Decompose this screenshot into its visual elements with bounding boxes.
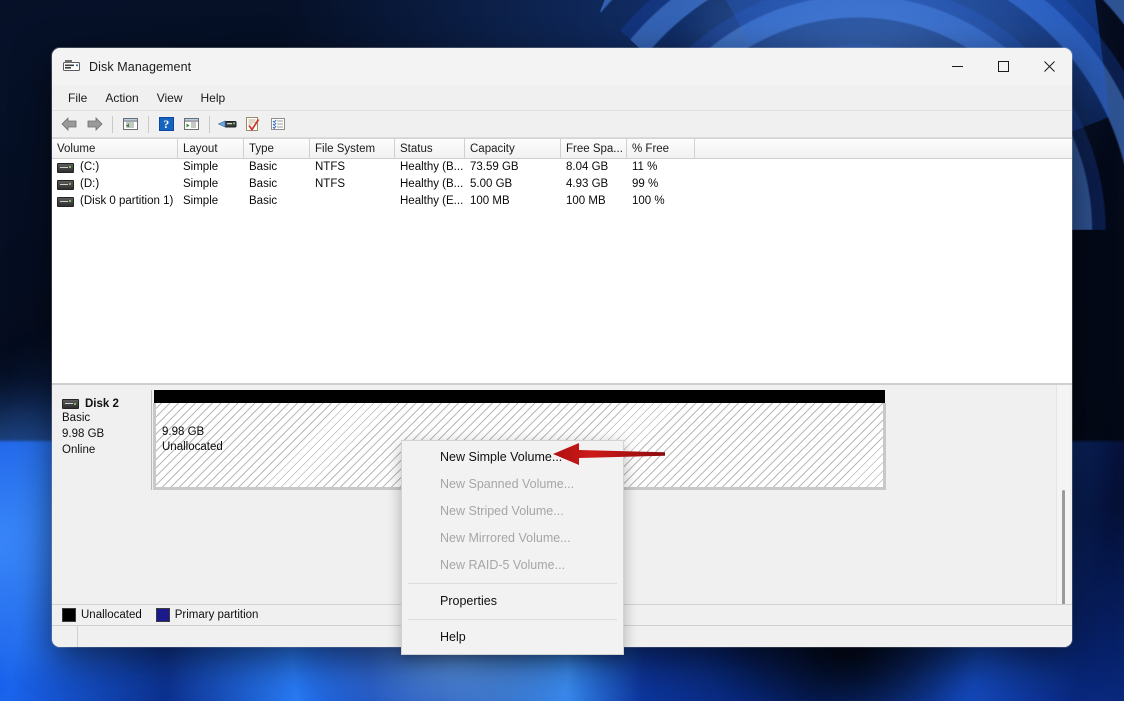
legend-swatch-primary-partition <box>156 608 170 622</box>
cell-type: Basic <box>244 193 310 210</box>
cell-status: Healthy (E... <box>395 193 465 210</box>
volume-drive-icon <box>57 180 74 190</box>
window-title: Disk Management <box>89 60 191 74</box>
disk-icon <box>62 399 79 409</box>
toolbar: ? <box>52 111 1072 138</box>
partition-cap-bar <box>154 390 885 403</box>
context-menu-item-new-raid5-volume: New RAID-5 Volume... <box>402 552 623 579</box>
show-hide-action-pane-icon[interactable] <box>180 113 203 135</box>
cell-layout: Simple <box>178 193 244 210</box>
cell-file-system: NTFS <box>310 159 395 176</box>
cell-free-space: 8.04 GB <box>561 159 627 176</box>
table-row[interactable]: (C:) Simple Basic NTFS Healthy (B... 73.… <box>52 159 1072 176</box>
legend-swatch-unallocated <box>62 608 76 622</box>
cell-type: Basic <box>244 159 310 176</box>
title-bar-left: Disk Management <box>52 59 191 74</box>
cell-layout: Simple <box>178 159 244 176</box>
context-menu-separator-1 <box>408 583 617 584</box>
status-segment-1 <box>52 626 78 647</box>
title-bar: Disk Management <box>52 48 1072 85</box>
partition-size: 9.98 GB <box>162 425 883 440</box>
all-tasks-icon[interactable] <box>266 113 289 135</box>
context-menu-item-help[interactable]: Help <box>402 624 623 651</box>
cell-volume: (Disk 0 partition 1) <box>52 193 178 210</box>
cell-capacity: 5.00 GB <box>465 176 561 193</box>
column-header-percent-free[interactable]: % Free <box>627 139 695 158</box>
column-header-layout[interactable]: Layout <box>178 139 244 158</box>
column-header-type[interactable]: Type <box>244 139 310 158</box>
disk-size: 9.98 GB <box>62 426 151 442</box>
back-arrow-icon[interactable] <box>58 113 81 135</box>
column-header-status[interactable]: Status <box>395 139 465 158</box>
close-button[interactable] <box>1026 48 1072 85</box>
legend-item-unallocated: Unallocated <box>62 608 142 622</box>
cell-layout: Simple <box>178 176 244 193</box>
cell-status: Healthy (B... <box>395 176 465 193</box>
disk-title: Disk 2 <box>62 398 151 410</box>
volume-list-body: (C:) Simple Basic NTFS Healthy (B... 73.… <box>52 159 1072 383</box>
disk-state: Online <box>62 442 151 458</box>
cell-capacity: 100 MB <box>465 193 561 210</box>
context-menu-item-new-spanned-volume: New Spanned Volume... <box>402 471 623 498</box>
toolbar-separator-3 <box>209 116 210 133</box>
cell-capacity: 73.59 GB <box>465 159 561 176</box>
context-menu: New Simple Volume... New Spanned Volume.… <box>401 440 624 655</box>
help-icon[interactable]: ? <box>155 113 178 135</box>
cell-percent-free: 100 % <box>627 193 695 210</box>
disk-management-icon <box>63 59 80 74</box>
cell-percent-free: 11 % <box>627 159 695 176</box>
column-header-filler <box>695 139 1072 158</box>
forward-arrow-icon[interactable] <box>83 113 106 135</box>
cell-free-space: 4.93 GB <box>561 176 627 193</box>
table-row[interactable]: (D:) Simple Basic NTFS Healthy (B... 5.0… <box>52 176 1072 193</box>
context-menu-item-properties[interactable]: Properties <box>402 588 623 615</box>
volume-list-pane: Volume Layout Type File System Status Ca… <box>52 138 1072 383</box>
cell-volume: (C:) <box>52 159 178 176</box>
svg-text:?: ? <box>163 117 169 131</box>
toolbar-separator-2 <box>148 116 149 133</box>
disk-name: Disk 2 <box>85 398 119 410</box>
minimize-button[interactable] <box>934 48 980 85</box>
disk-info-panel[interactable]: Disk 2 Basic 9.98 GB Online <box>52 390 152 490</box>
show-hide-console-tree-icon[interactable] <box>119 113 142 135</box>
cell-free-space: 100 MB <box>561 193 627 210</box>
cell-percent-free: 99 % <box>627 176 695 193</box>
disk-pane-scrollbar[interactable] <box>1056 385 1070 604</box>
column-header-free-space[interactable]: Free Spa... <box>561 139 627 158</box>
desktop: Disk Management File Action View Help <box>0 0 1124 701</box>
cell-volume-label: (C:) <box>80 159 99 176</box>
properties-icon[interactable] <box>241 113 264 135</box>
table-row[interactable]: (Disk 0 partition 1) Simple Basic Health… <box>52 193 1072 210</box>
disk-type: Basic <box>62 410 151 426</box>
cell-type: Basic <box>244 176 310 193</box>
column-header-file-system[interactable]: File System <box>310 139 395 158</box>
cell-volume: (D:) <box>52 176 178 193</box>
volume-drive-icon <box>57 197 74 207</box>
menu-action[interactable]: Action <box>96 88 147 108</box>
volume-list-header: Volume Layout Type File System Status Ca… <box>52 139 1072 159</box>
toolbar-separator-1 <box>112 116 113 133</box>
menu-view[interactable]: View <box>148 88 192 108</box>
context-menu-item-new-mirrored-volume: New Mirrored Volume... <box>402 525 623 552</box>
disk-pane-scrollbar-thumb[interactable] <box>1062 490 1065 604</box>
maximize-button[interactable] <box>980 48 1026 85</box>
menu-help[interactable]: Help <box>192 88 235 108</box>
menu-bar: File Action View Help <box>52 85 1072 111</box>
cell-volume-label: (Disk 0 partition 1) <box>80 193 173 210</box>
context-menu-separator-2 <box>408 619 617 620</box>
column-header-volume[interactable]: Volume <box>52 139 178 158</box>
rescan-disks-icon[interactable] <box>216 113 239 135</box>
window-controls <box>934 48 1072 85</box>
legend-label-unallocated: Unallocated <box>81 609 142 621</box>
menu-file[interactable]: File <box>59 88 96 108</box>
legend-label-primary-partition: Primary partition <box>175 609 259 621</box>
context-menu-item-new-simple-volume[interactable]: New Simple Volume... <box>402 444 623 471</box>
cell-volume-label: (D:) <box>80 176 99 193</box>
column-header-capacity[interactable]: Capacity <box>465 139 561 158</box>
volume-drive-icon <box>57 163 74 173</box>
cell-status: Healthy (B... <box>395 159 465 176</box>
legend-item-primary-partition: Primary partition <box>156 608 259 622</box>
context-menu-item-new-striped-volume: New Striped Volume... <box>402 498 623 525</box>
cell-file-system: NTFS <box>310 176 395 193</box>
